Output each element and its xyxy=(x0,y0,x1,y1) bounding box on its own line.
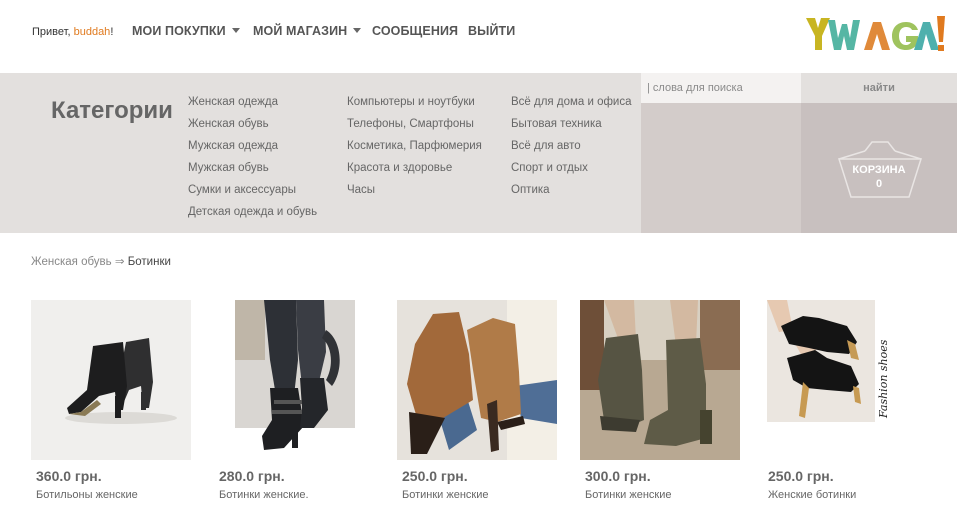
category-link[interactable]: Женская обувь xyxy=(188,117,317,139)
product-price: 300.0 грн. xyxy=(585,468,651,484)
nav-logout[interactable]: ВЫЙТИ xyxy=(468,24,515,38)
categories-column-2: Компьютеры и ноутбуки Телефоны, Смартфон… xyxy=(347,95,482,205)
breadcrumb-current: Ботинки xyxy=(127,256,171,268)
category-link[interactable]: Всё для авто xyxy=(511,139,632,161)
category-link[interactable]: Телефоны, Смартфоны xyxy=(347,117,482,139)
breadcrumb-parent-link[interactable]: Женская обувь xyxy=(31,256,112,268)
product-name[interactable]: Ботильоны женские xyxy=(36,489,138,501)
product-image[interactable] xyxy=(397,300,557,460)
product-price: 360.0 грн. xyxy=(36,468,102,484)
cart-count: 0 xyxy=(875,178,883,190)
product-card[interactable]: Fashion shoes 250.0 грн. Женские ботинки xyxy=(763,300,933,501)
product-card[interactable]: 300.0 грн. Ботинки женские xyxy=(580,300,750,501)
category-link[interactable]: Часы xyxy=(347,183,482,205)
breadcrumb-separator: ⇒ xyxy=(114,256,125,268)
greeting-suffix: ! xyxy=(110,26,114,38)
category-link[interactable]: Бытовая техника xyxy=(511,117,632,139)
product-name[interactable]: Ботинки женские xyxy=(585,489,672,501)
category-link[interactable]: Красота и здоровье xyxy=(347,161,482,183)
product-price: 280.0 грн. xyxy=(219,468,285,484)
search-input[interactable] xyxy=(641,73,801,103)
category-link[interactable]: Женская одежда xyxy=(188,95,317,117)
top-header: Привет, buddah! МОИ ПОКУПКИ МОЙ МАГАЗИН … xyxy=(0,0,957,73)
product-card[interactable]: 360.0 грн. Ботильоны женские xyxy=(31,300,201,501)
breadcrumb: Женская обувь ⇒ Ботинки xyxy=(31,254,171,268)
category-link[interactable]: Спорт и отдых xyxy=(511,161,632,183)
nav-my-purchases[interactable]: МОИ ПОКУПКИ xyxy=(132,24,240,38)
category-link[interactable]: Детская одежда и обувь xyxy=(188,205,317,227)
search-button[interactable]: найти xyxy=(801,73,957,103)
nav-my-shop-label: МОЙ МАГАЗИН xyxy=(253,24,348,38)
nav-logout-label: ВЫЙТИ xyxy=(468,24,516,38)
nav-messages[interactable]: СООБЩЕНИЯ xyxy=(372,24,458,38)
category-link[interactable]: Компьютеры и ноутбуки xyxy=(347,95,482,117)
category-link[interactable]: Мужская одежда xyxy=(188,139,317,161)
cart-button[interactable]: КОРЗИНА 0 xyxy=(801,103,957,233)
nav-my-purchases-label: МОИ ПОКУПКИ xyxy=(132,24,226,38)
image-watermark: Fashion shoes xyxy=(877,339,890,419)
nav-my-shop[interactable]: МОЙ МАГАЗИН xyxy=(253,24,362,38)
chevron-down-icon xyxy=(231,28,240,34)
cart-summary: КОРЗИНА 0 xyxy=(801,163,957,191)
user-name-link[interactable]: buddah xyxy=(74,26,111,38)
product-card[interactable]: 280.0 грн. Ботинки женские. xyxy=(214,300,384,501)
categories-column-1: Женская одежда Женская обувь Мужская оде… xyxy=(188,95,317,227)
category-link[interactable]: Всё для дома и офиса xyxy=(511,95,632,117)
product-card[interactable]: 250.0 грн. Ботинки женские xyxy=(397,300,567,501)
chevron-down-icon xyxy=(353,28,362,34)
product-image[interactable]: Fashion shoes xyxy=(763,300,923,460)
categories-panel: Категории Женская одежда Женская обувь М… xyxy=(0,73,641,233)
site-logo[interactable] xyxy=(806,14,946,54)
categories-title: Категории xyxy=(51,97,173,124)
product-image[interactable] xyxy=(31,300,191,460)
category-link[interactable]: Сумки и аксессуары xyxy=(188,183,317,205)
categories-column-3: Всё для дома и офиса Бытовая техника Всё… xyxy=(511,95,632,205)
category-link[interactable]: Косметика, Парфюмерия xyxy=(347,139,482,161)
product-image[interactable] xyxy=(214,300,374,460)
product-name[interactable]: Ботинки женские. xyxy=(219,489,309,501)
product-price: 250.0 грн. xyxy=(768,468,834,484)
greeting-prefix: Привет, xyxy=(32,26,71,38)
product-name[interactable]: Ботинки женские xyxy=(402,489,489,501)
nav-messages-label: СООБЩЕНИЯ xyxy=(372,24,459,38)
user-greeting: Привет, buddah! xyxy=(32,26,113,38)
category-link[interactable]: Мужская обувь xyxy=(188,161,317,183)
category-link[interactable]: Оптика xyxy=(511,183,632,205)
product-name[interactable]: Женские ботинки xyxy=(768,489,856,501)
product-price: 250.0 грн. xyxy=(402,468,468,484)
product-image[interactable] xyxy=(580,300,740,460)
cart-label: КОРЗИНА xyxy=(852,164,906,176)
